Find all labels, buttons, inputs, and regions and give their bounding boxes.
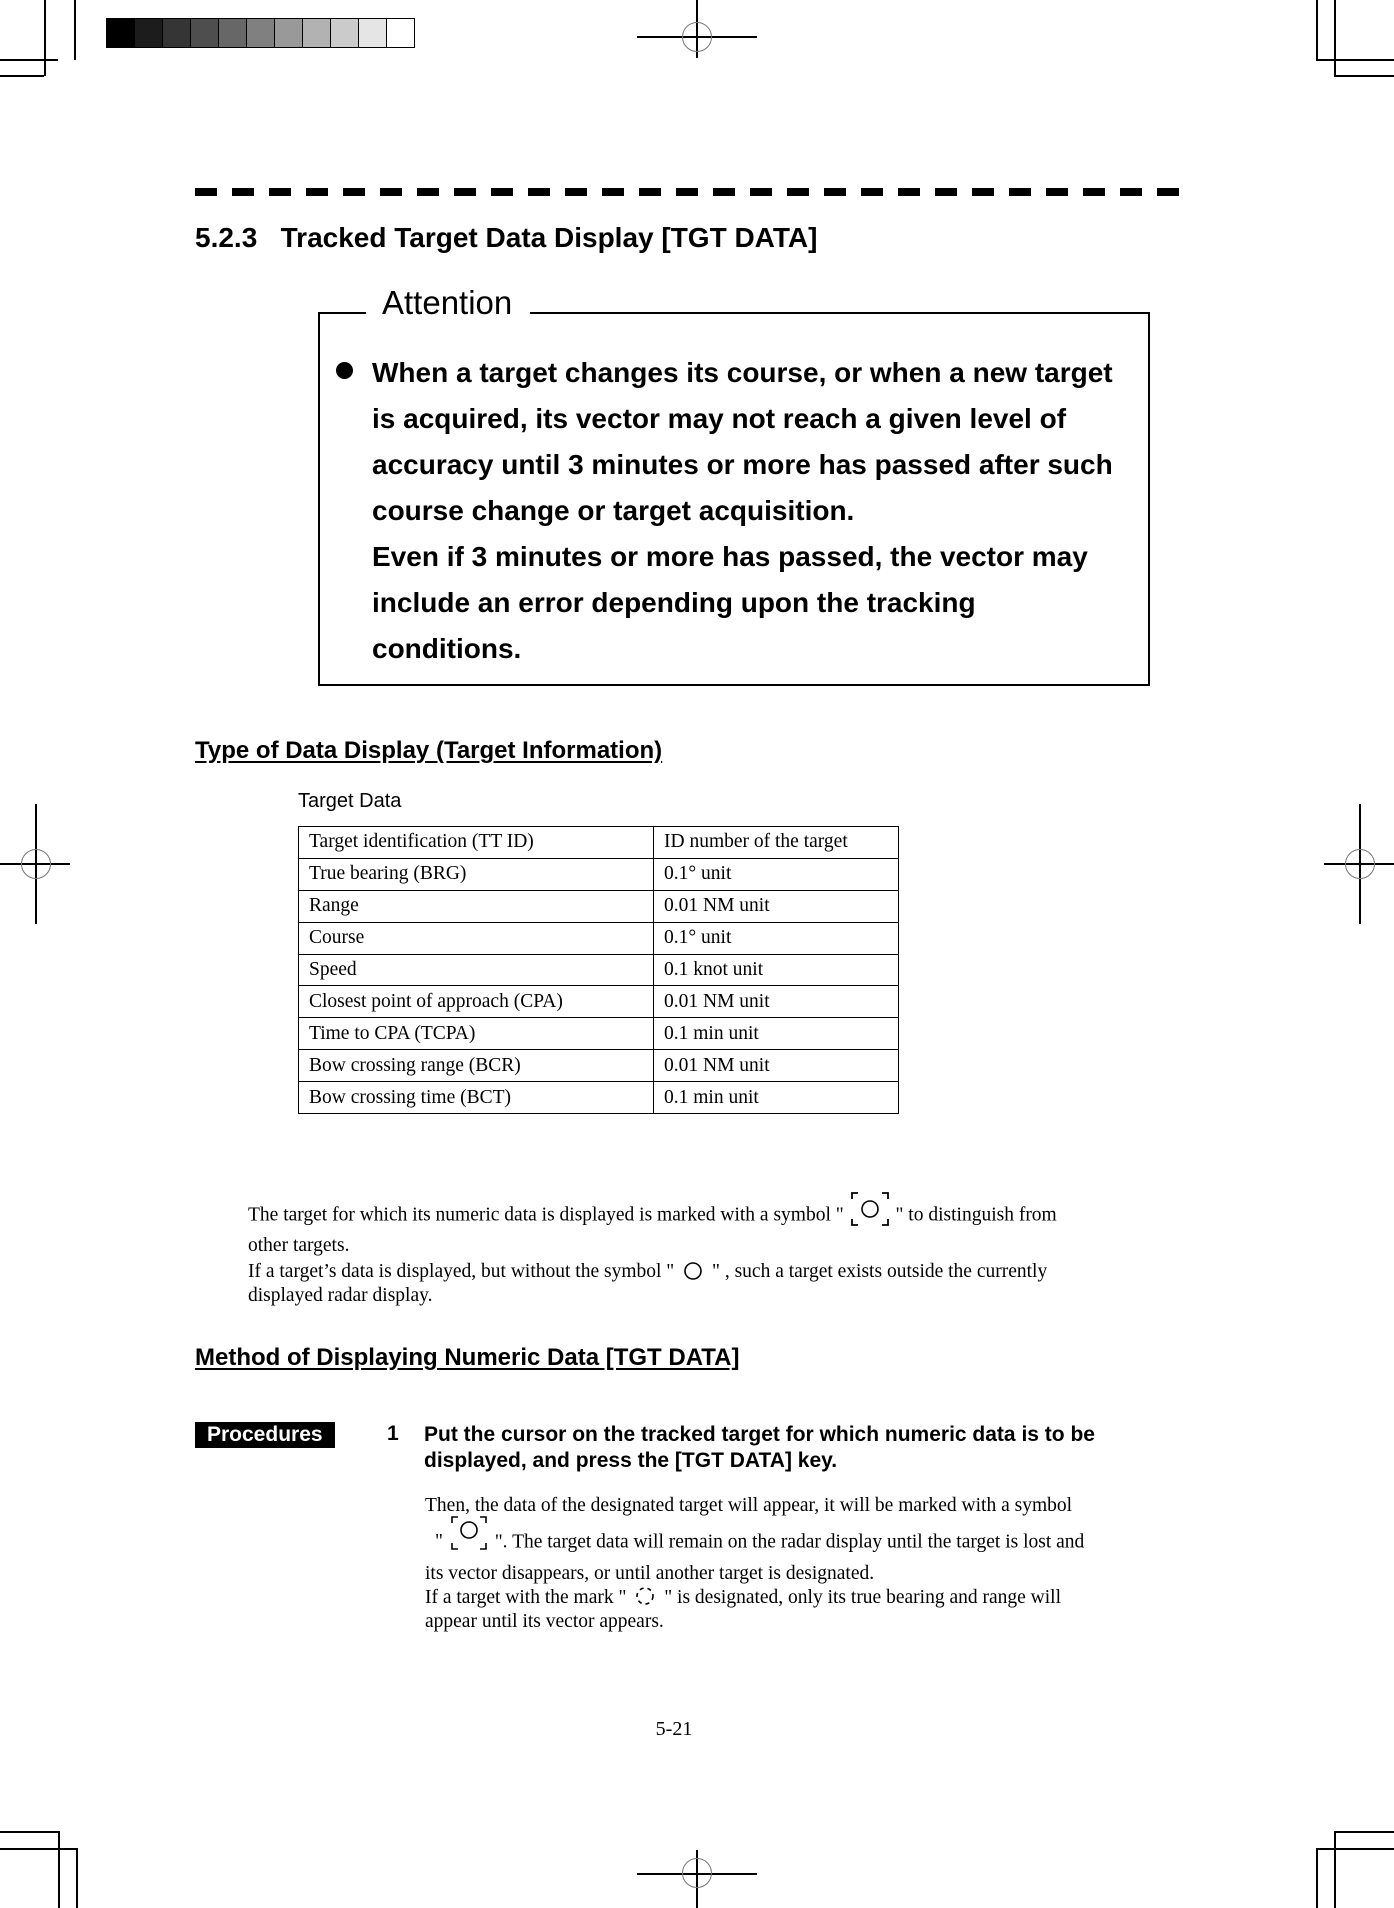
- data-display-heading: Type of Data Display (Target Information…: [195, 737, 663, 764]
- detail-text: its vector disappears, or until another …: [425, 1563, 875, 1584]
- table-caption: Target Data: [298, 790, 402, 812]
- row-item: Range: [298, 889, 654, 923]
- grayscale-swatch: [275, 19, 303, 47]
- note-text: other targets.: [248, 1235, 350, 1256]
- row-value: ID number of the target: [653, 826, 899, 859]
- grayscale-swatch: [191, 19, 219, 47]
- step-number: 1: [387, 1422, 399, 1445]
- detail-text: ". The target data will remain on the ra…: [494, 1531, 1085, 1553]
- detail-text: appear until its vector appears.: [425, 1611, 664, 1632]
- table-row: Bow crossing range (BCR) 0.01 NM unit: [298, 1049, 899, 1083]
- table-row: Time to CPA (TCPA) 0.1 min unit: [298, 1017, 899, 1051]
- row-item: True bearing (BRG): [298, 857, 654, 891]
- detail-text: ": [435, 1531, 443, 1553]
- method-heading: Method of Displaying Numeric Data [TGT D…: [195, 1344, 740, 1371]
- row-value: 0.1° unit: [653, 921, 899, 955]
- row-item: Target identification (TT ID): [298, 826, 654, 859]
- grayscale-swatch: [303, 19, 331, 47]
- table-row: Range 0.01 NM unit: [298, 889, 899, 923]
- row-item: Bow crossing range (BCR): [298, 1049, 654, 1083]
- attention-text: When a target changes its course, or whe…: [372, 350, 1152, 672]
- section-title-text: Tracked Target Data Display [TGT DATA]: [280, 222, 818, 253]
- attention-line: include an error depending upon the trac…: [372, 587, 976, 618]
- section-number: 5.2.3: [195, 222, 258, 253]
- target-data-table: Target identification (TT ID) ID number o…: [298, 826, 899, 1115]
- grayscale-swatch: [331, 19, 359, 47]
- row-value: 0.01 NM unit: [653, 889, 899, 923]
- grayscale-swatch: [359, 19, 387, 47]
- detail-text: If a target with the mark ": [425, 1587, 627, 1608]
- step-detail: Then, the data of the designated target …: [425, 1494, 1165, 1634]
- attention-line: conditions.: [372, 633, 522, 664]
- bullet-icon: [336, 362, 353, 379]
- registration-mark-bottom: [637, 1838, 757, 1908]
- row-item: Bow crossing time (BCT): [298, 1081, 654, 1115]
- row-value: 0.01 NM unit: [653, 985, 899, 1019]
- acquiring-target-icon: [631, 1585, 659, 1607]
- grayscale-swatch: [387, 19, 414, 47]
- grayscale-swatch: [135, 19, 163, 47]
- grayscale-swatch: [107, 19, 135, 47]
- grayscale-swatch: [163, 19, 191, 47]
- section-divider: [195, 188, 1185, 196]
- note-text: If a target’s data is displayed, but wit…: [248, 1261, 675, 1282]
- procedures-badge: Procedures: [195, 1422, 335, 1448]
- table-row: Target identification (TT ID) ID number o…: [298, 826, 899, 859]
- attention-line: course change or target acquisition.: [372, 495, 855, 526]
- note-text: " , such a target exists outside the cur…: [712, 1261, 1048, 1282]
- note-text: " to distinguish from: [895, 1204, 1057, 1226]
- attention-label: Attention: [366, 284, 531, 322]
- grayscale-calibration-bar: [106, 18, 415, 48]
- detail-text: Then, the data of the designated target …: [425, 1495, 1073, 1516]
- registration-mark-right: [1324, 804, 1394, 924]
- registration-mark-left: [0, 804, 70, 924]
- attention-line: When a target changes its course, or whe…: [372, 357, 1113, 388]
- section-title: 5.2.3 Tracked Target Data Display [TGT D…: [195, 222, 817, 254]
- attention-line: accuracy until 3 minutes or more has pas…: [372, 449, 1113, 480]
- detail-text: " is designated, only its true bearing a…: [664, 1587, 1061, 1608]
- row-item: Closest point of approach (CPA): [298, 985, 654, 1019]
- table-row: Course 0.1° unit: [298, 921, 899, 955]
- row-value: 0.1° unit: [653, 857, 899, 891]
- row-item: Course: [298, 921, 654, 955]
- grayscale-swatch: [247, 19, 275, 47]
- attention-line: Even if 3 minutes or more has passed, th…: [372, 541, 1088, 572]
- page-number: 5-21: [655, 1718, 693, 1740]
- selected-target-icon: [849, 1190, 891, 1226]
- row-value: 0.1 min unit: [653, 1017, 899, 1051]
- grayscale-swatch: [219, 19, 247, 47]
- symbol-note: The target for which its numeric data is…: [248, 1192, 1148, 1308]
- selected-target-icon: [448, 1514, 490, 1552]
- tracked-target-icon: [679, 1260, 707, 1282]
- registration-mark-top: [637, 0, 757, 70]
- row-item: Speed: [298, 953, 654, 987]
- attention-line: is acquired, its vector may not reach a …: [372, 403, 1067, 434]
- row-value: 0.1 min unit: [653, 1081, 899, 1115]
- table-row: True bearing (BRG) 0.1° unit: [298, 857, 899, 891]
- note-text: The target for which its numeric data is…: [248, 1204, 844, 1226]
- note-text: displayed radar display.: [248, 1285, 433, 1306]
- table-row: Closest point of approach (CPA) 0.01 NM u…: [298, 985, 899, 1019]
- row-value: 0.1 knot unit: [653, 953, 899, 987]
- table-row: Bow crossing time (BCT) 0.1 min unit: [298, 1081, 899, 1115]
- table-row: Speed 0.1 knot unit: [298, 953, 899, 987]
- step-instruction: Put the cursor on the tracked target for…: [424, 1423, 1095, 1472]
- row-item: Time to CPA (TCPA): [298, 1017, 654, 1051]
- row-value: 0.01 NM unit: [653, 1049, 899, 1083]
